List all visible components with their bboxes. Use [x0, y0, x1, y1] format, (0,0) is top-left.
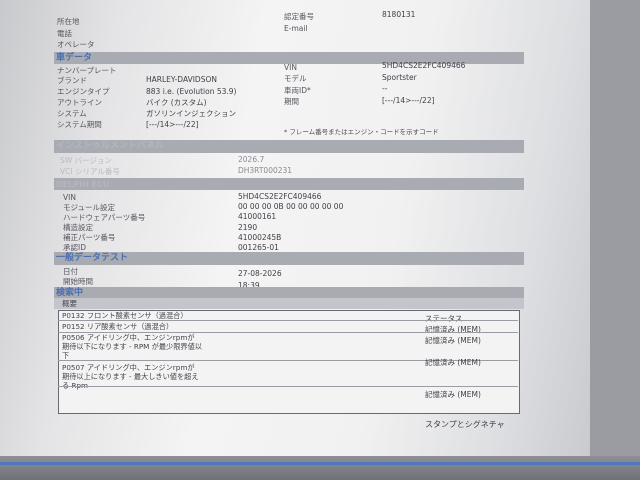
- model-value: Sportster: [382, 73, 417, 82]
- row-2-line-0: P0506 アイドリング中、エンジンrpmが: [62, 333, 195, 342]
- row-3-line-1: 期待以上になります - 最大しきい値を超え: [62, 372, 199, 381]
- system-label: システム: [57, 109, 87, 118]
- cert-label: 認定番号: [284, 12, 314, 21]
- row-2-line-1: 期待以下になります - RPM が最少限界値以: [62, 342, 202, 351]
- ecu-section-title: DELPHI ECU: [56, 180, 110, 189]
- plate-label: ナンバープレート: [57, 66, 117, 75]
- cal-part-value: 41000245B: [238, 233, 282, 242]
- engine-label: エンジンタイプ: [57, 87, 110, 96]
- row-1-status: 記憶済み (MEM): [425, 325, 481, 334]
- table-row: [58, 386, 518, 387]
- screen-edge: [0, 462, 640, 465]
- vehicle-id-value: --: [382, 84, 388, 93]
- ecu-section-bar: DELPHI ECU: [54, 178, 524, 190]
- row-1-line-0: P0152 リア酸素センサ（過混合）: [62, 322, 174, 331]
- table-row: [58, 320, 518, 321]
- brand-label: ブランド: [57, 76, 87, 85]
- vehicle-footnote: * フレーム番号またはエンジン・コードを示すコード: [284, 128, 439, 136]
- stamp-signature-label: スタンプとシグネチャ: [425, 420, 505, 429]
- date-label: 日付: [63, 267, 78, 276]
- location-label: 所在地: [57, 17, 80, 26]
- supplier-label: 承認ID: [63, 243, 86, 252]
- results-section-bar: 検索中: [54, 287, 524, 298]
- row-2-line-2: 下: [62, 351, 70, 360]
- calib-value: 2190: [238, 223, 258, 232]
- calib-label: 構造設定: [63, 223, 93, 232]
- operator-label: オペレータ: [57, 40, 95, 49]
- supplier-value: 001265-01: [238, 243, 279, 252]
- desk-surface: [0, 456, 640, 480]
- vin-value: 5HD4CS2E2FC409466: [382, 61, 466, 70]
- test-section-bar: 一般データテスト: [54, 252, 524, 265]
- serial-label: VCI シリアル番号: [60, 167, 120, 176]
- instrument-section-title: インストゥルメントパネル: [56, 141, 164, 151]
- row-2-status: 記憶済み (MEM): [425, 336, 481, 345]
- date-value: 27-08-2026: [238, 269, 282, 278]
- cert-value: 8180131: [382, 10, 416, 19]
- vehicle-id-label: 車両ID*: [284, 86, 311, 95]
- brand-value: HARLEY-DAVIDSON: [146, 75, 217, 84]
- instrument-section-bar: インストゥルメントパネル: [54, 140, 524, 153]
- system-period-label: システム期間: [57, 120, 102, 129]
- module-value: 00 00 00 0B 00 00 00 00 00: [238, 202, 344, 211]
- ecu-vin-value: 5HD4CS2E2FC409466: [238, 192, 322, 201]
- row-3-status: 記憶済み (MEM): [425, 358, 481, 367]
- phone-label: 電話: [57, 29, 72, 38]
- cal-part-label: 補正パーツ番号: [63, 233, 116, 242]
- col-status-label: ステータス: [425, 314, 463, 323]
- period-value: [---/14>---/22]: [382, 96, 435, 105]
- sw-label: SW バージョン: [60, 156, 112, 165]
- row-0-line-0: P0132 フロント酸素センサ（過混合）: [62, 311, 188, 320]
- period-label: 期間: [284, 97, 299, 106]
- engine-value: 883 i.e. (Evolution 53.9): [146, 87, 237, 96]
- serial-value: DH3RT000231: [238, 166, 293, 175]
- outline-value: バイク (カスタム): [146, 98, 207, 107]
- ecu-vin-label: VIN: [63, 193, 76, 202]
- vin-label: VIN: [284, 63, 297, 72]
- row-3-line-0: P0507 アイドリング中、エンジンrpmが: [62, 363, 195, 372]
- col-summary-label: 概要: [62, 299, 77, 308]
- report-page: 所在地 電話 オペレータ 認定番号 8180131 E-mail 車データ ナン…: [0, 0, 590, 468]
- hw-value: 41000161: [238, 212, 277, 221]
- system-period-value: [---/14>---/22]: [146, 120, 199, 129]
- results-header-bar: 概要: [54, 298, 524, 309]
- test-section-title: 一般データテスト: [56, 253, 129, 263]
- sw-value: 2026.7: [238, 155, 265, 164]
- hw-label: ハードウェアパーツ番号: [63, 213, 146, 222]
- model-label: モデル: [284, 74, 307, 83]
- system-value: ガソリンインジェクション: [146, 109, 236, 118]
- row-4-status: 記憶済み (MEM): [425, 390, 481, 399]
- outline-label: アウトライン: [57, 98, 102, 107]
- module-label: モジュール設定: [63, 203, 115, 212]
- vehicle-section-title: 車データ: [56, 53, 93, 63]
- time-label: 開始時間: [63, 277, 93, 286]
- email-label: E-mail: [284, 24, 308, 33]
